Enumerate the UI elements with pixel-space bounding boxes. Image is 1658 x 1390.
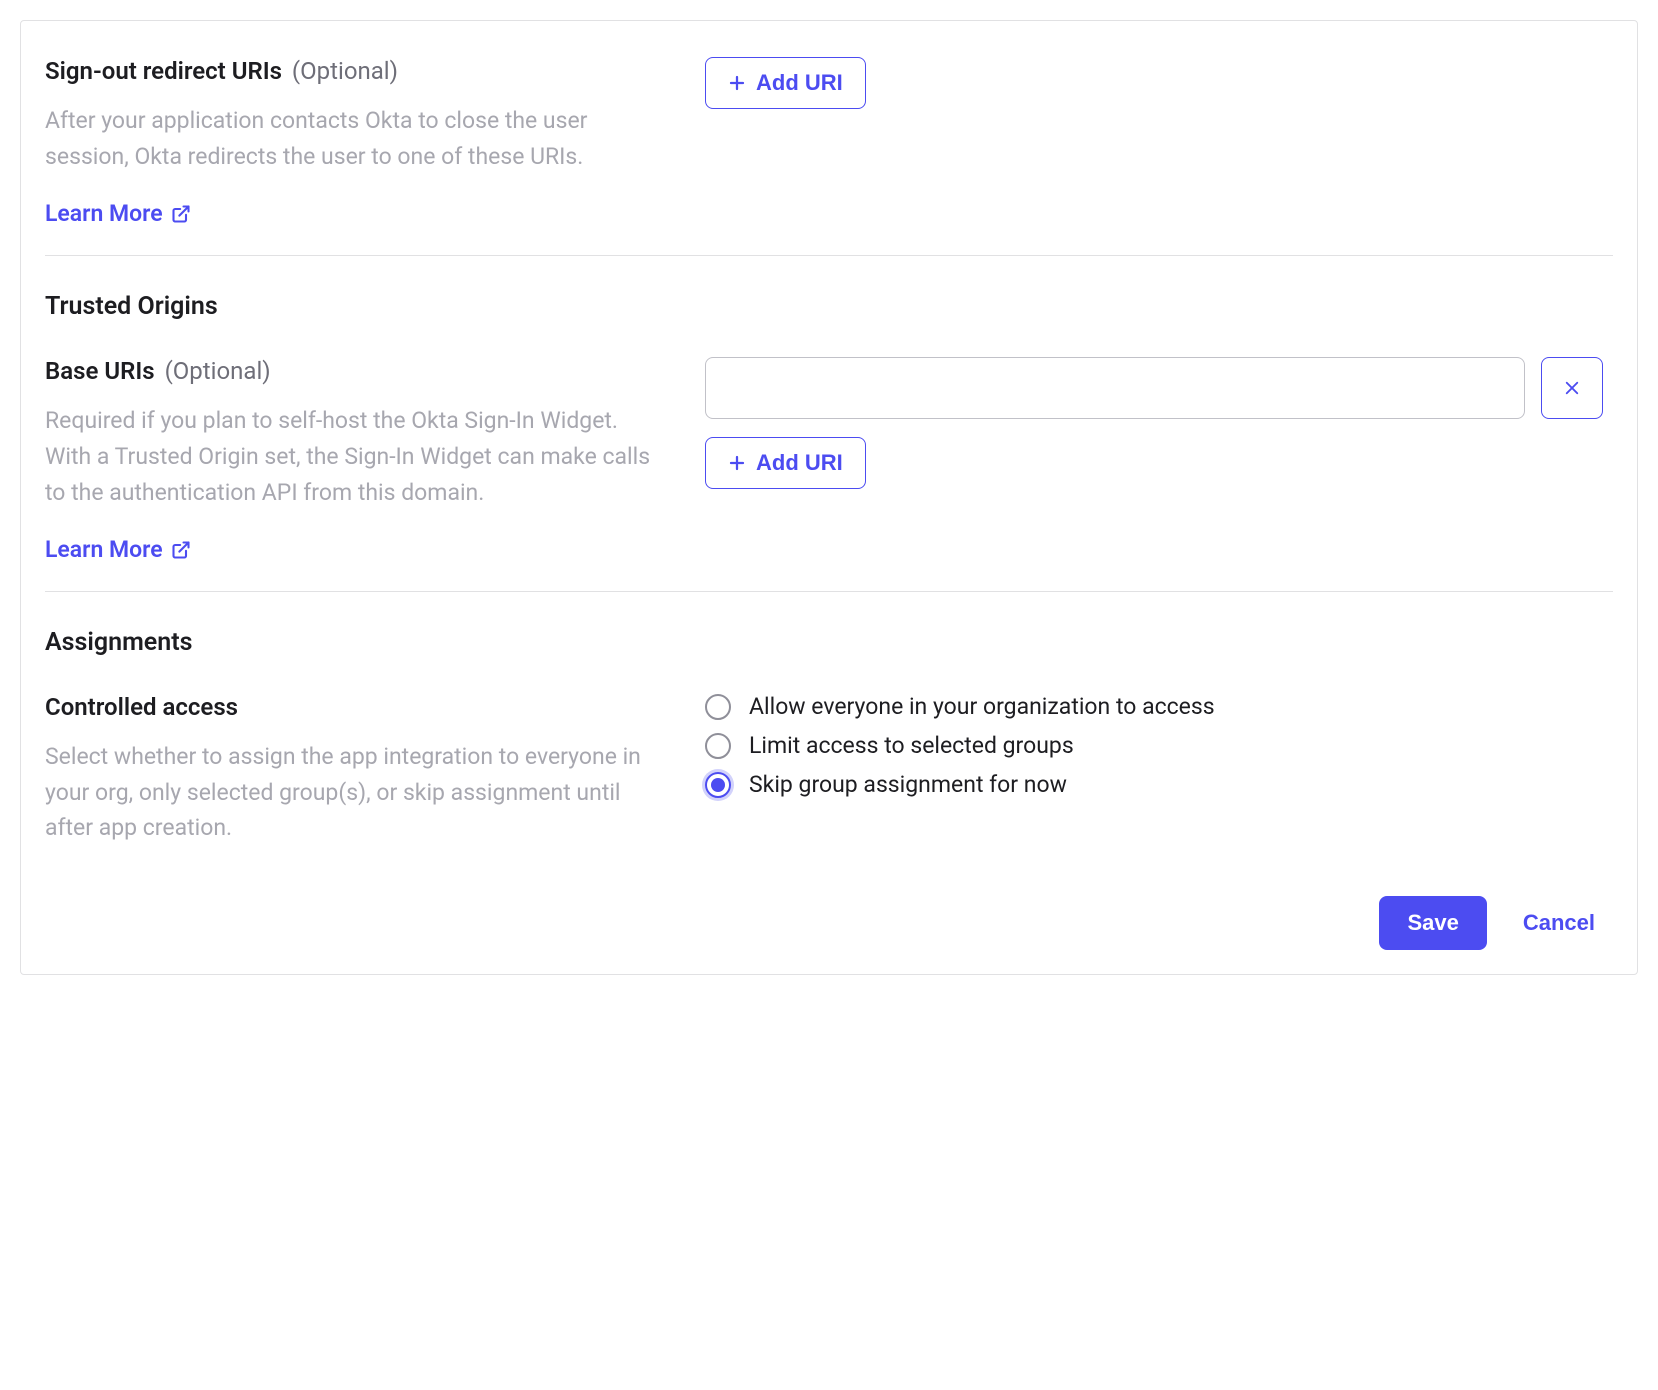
- radio-label: Skip group assignment for now: [749, 771, 1067, 798]
- radio-label: Limit access to selected groups: [749, 732, 1074, 759]
- save-button[interactable]: Save: [1379, 896, 1486, 950]
- radio-allow-everyone[interactable]: Allow everyone in your organization to a…: [705, 693, 1613, 720]
- radio-icon: [705, 733, 731, 759]
- learn-more-text: Learn More: [45, 200, 163, 227]
- controlled-access-radio-group: Allow everyone in your organization to a…: [705, 693, 1613, 798]
- base-uris-section: Base URIs (Optional) Required if you pla…: [45, 327, 1613, 591]
- assignments-heading: Assignments: [45, 628, 1613, 657]
- radio-limit-groups[interactable]: Limit access to selected groups: [705, 732, 1613, 759]
- plus-icon: [728, 74, 746, 92]
- cancel-button[interactable]: Cancel: [1505, 896, 1613, 950]
- radio-icon: [705, 694, 731, 720]
- base-uri-input[interactable]: [705, 357, 1525, 419]
- base-uris-add-uri-button[interactable]: Add URI: [705, 437, 866, 489]
- external-link-icon: [171, 204, 191, 224]
- plus-icon: [728, 454, 746, 472]
- signout-optional: (Optional): [292, 57, 398, 85]
- learn-more-text: Learn More: [45, 536, 163, 563]
- external-link-icon: [171, 540, 191, 560]
- base-uris-description: Required if you plan to self-host the Ok…: [45, 403, 665, 510]
- radio-skip-assignment[interactable]: Skip group assignment for now: [705, 771, 1613, 798]
- controlled-access-section: Controlled access Select whether to assi…: [45, 663, 1613, 856]
- controlled-access-label: Controlled access: [45, 693, 238, 721]
- add-uri-label: Add URI: [756, 450, 843, 476]
- base-uris-learn-more-link[interactable]: Learn More: [45, 536, 191, 563]
- signout-add-uri-button[interactable]: Add URI: [705, 57, 866, 109]
- signout-description: After your application contacts Okta to …: [45, 103, 665, 174]
- radio-icon: [705, 772, 731, 798]
- assignments-heading-row: Assignments: [45, 591, 1613, 657]
- signout-learn-more-link[interactable]: Learn More: [45, 200, 191, 227]
- add-uri-label: Add URI: [756, 70, 843, 96]
- settings-panel: Sign-out redirect URIs (Optional) After …: [20, 20, 1638, 975]
- base-uris-label: Base URIs: [45, 357, 155, 385]
- signout-redirect-section: Sign-out redirect URIs (Optional) After …: [45, 21, 1613, 255]
- form-footer: Save Cancel: [45, 856, 1613, 950]
- remove-uri-button[interactable]: [1541, 357, 1603, 419]
- base-uris-optional: (Optional): [165, 357, 271, 385]
- radio-label: Allow everyone in your organization to a…: [749, 693, 1215, 720]
- signout-label: Sign-out redirect URIs: [45, 57, 282, 85]
- controlled-access-description: Select whether to assign the app integra…: [45, 739, 665, 846]
- trusted-origins-heading: Trusted Origins: [45, 292, 1613, 321]
- close-icon: [1563, 379, 1581, 397]
- trusted-origins-heading-row: Trusted Origins: [45, 255, 1613, 321]
